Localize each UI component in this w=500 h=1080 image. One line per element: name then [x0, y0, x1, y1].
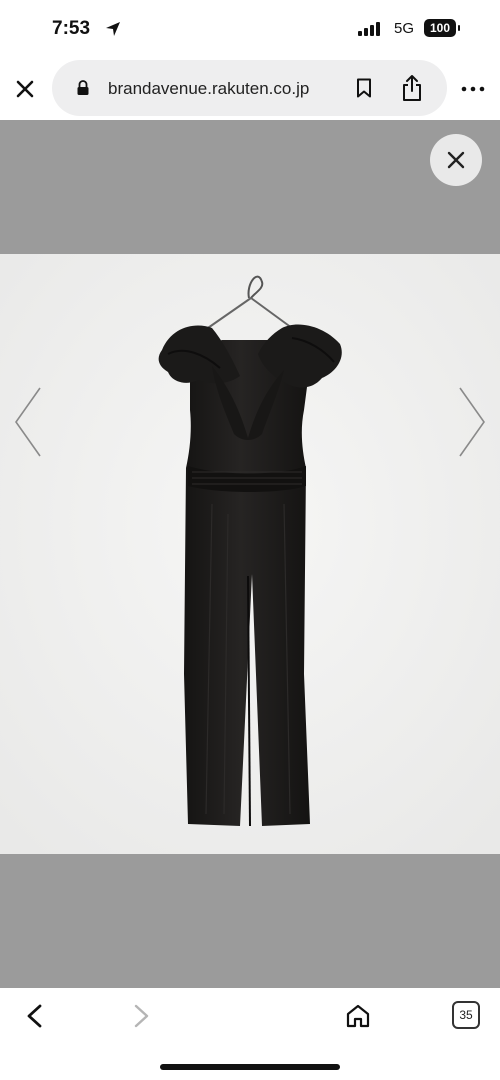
status-time: 7:53 — [52, 18, 91, 39]
back-icon[interactable] — [22, 1002, 48, 1030]
browser-url-row: brandavenue.rakuten.co.jp — [0, 56, 500, 120]
battery-indicator: 100 — [424, 19, 456, 37]
jumpsuit-photo — [0, 254, 500, 854]
battery-tip — [458, 25, 460, 31]
home-icon[interactable] — [344, 1002, 372, 1030]
image-viewer — [0, 120, 500, 988]
address-bar[interactable]: brandavenue.rakuten.co.jp — [52, 60, 447, 116]
location-arrow-icon — [106, 22, 120, 36]
network-label: 5G — [394, 20, 415, 37]
share-icon[interactable] — [400, 74, 424, 102]
bookmark-icon[interactable] — [356, 78, 372, 98]
browser-toolbar: 35 — [0, 988, 500, 1080]
forward-icon[interactable] — [128, 1002, 154, 1030]
viewer-close-button[interactable] — [430, 134, 482, 186]
more-icon[interactable] — [460, 86, 486, 92]
chevron-left-icon[interactable] — [12, 384, 44, 460]
url-text: brandavenue.rakuten.co.jp — [108, 79, 310, 98]
lock-icon — [77, 80, 89, 95]
home-indicator — [160, 1064, 340, 1070]
chevron-right-icon[interactable] — [456, 384, 488, 460]
status-bar: 7:53 5G 100 — [0, 0, 500, 56]
tabs-count-button[interactable]: 35 — [452, 1001, 480, 1029]
product-image — [0, 254, 500, 854]
close-icon — [447, 151, 465, 169]
signal-icon — [358, 22, 384, 36]
close-icon[interactable] — [14, 78, 36, 100]
